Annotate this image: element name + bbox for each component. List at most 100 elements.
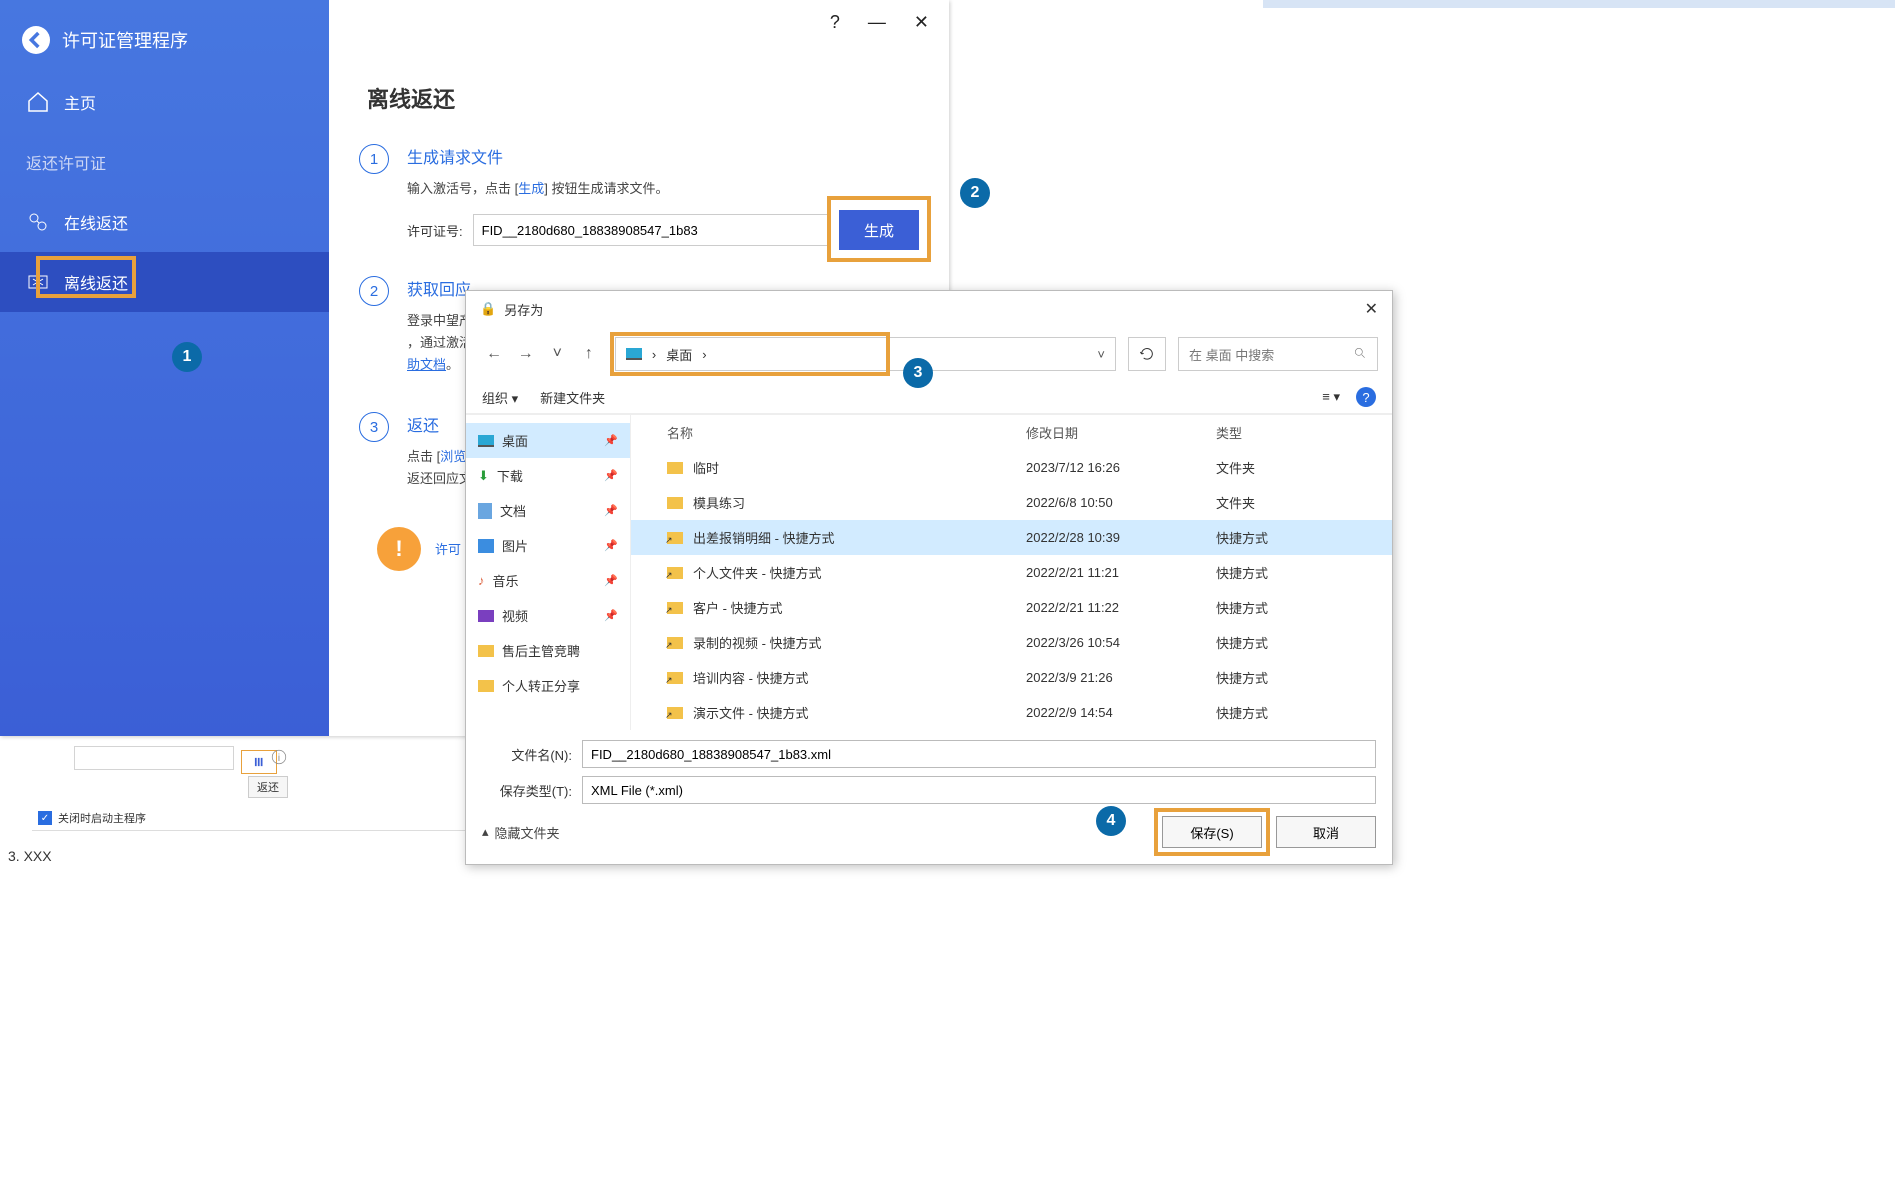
filename-label: 文件名(N): bbox=[482, 745, 572, 764]
close-launch-label: 关闭时启动主程序 bbox=[58, 810, 146, 826]
new-folder-button[interactable]: 新建文件夹 bbox=[540, 388, 605, 407]
annotation-2: 2 bbox=[960, 178, 990, 208]
file-list-header: 名称 修改日期 类型 bbox=[631, 415, 1392, 450]
help-button[interactable]: ? bbox=[830, 12, 840, 33]
license-label: 许可证号: bbox=[407, 221, 463, 240]
checkbox-icon: ✓ bbox=[38, 811, 52, 825]
tree-item[interactable]: 售后主管竞聘 bbox=[466, 633, 630, 668]
hide-folders-toggle[interactable]: ▴ 隐藏文件夹 bbox=[482, 823, 560, 842]
filetype-label: 保存类型(T): bbox=[482, 781, 572, 800]
breadcrumb-sep-1: › bbox=[652, 347, 656, 362]
sidebar-home-label: 主页 bbox=[64, 90, 96, 114]
breadcrumb-location[interactable]: 桌面 bbox=[666, 345, 692, 364]
file-row[interactable]: 临时2023/7/12 16:26文件夹 bbox=[631, 450, 1392, 485]
file-row[interactable]: ↗客户 - 快捷方式2022/2/21 11:22快捷方式 bbox=[631, 590, 1392, 625]
tree-item[interactable]: 桌面📌 bbox=[466, 423, 630, 458]
help-doc-link[interactable]: 助文档 bbox=[407, 357, 446, 372]
dialog-nav-row: ← → ˅ ↑ › 桌面 › ˅ 在 桌面 中搜索 bbox=[466, 327, 1392, 381]
tree-item[interactable]: 图片📌 bbox=[466, 528, 630, 563]
file-list: 名称 修改日期 类型 临时2023/7/12 16:26文件夹模具练习2022/… bbox=[631, 415, 1392, 730]
step-2-desc-line2: ，通过激活 bbox=[407, 335, 472, 350]
generate-link[interactable]: 生成 bbox=[518, 181, 544, 196]
page-top-accent bbox=[1263, 0, 1895, 8]
file-row[interactable]: ↗个人文件夹 - 快捷方式2022/2/21 11:21快捷方式 bbox=[631, 555, 1392, 590]
view-mode-button[interactable]: ≡ ▾ bbox=[1322, 389, 1340, 405]
tree-item[interactable]: 视频📌 bbox=[466, 598, 630, 633]
close-launch-checkbox-row[interactable]: ✓ 关闭时启动主程序 bbox=[38, 810, 146, 826]
sidebar-section-return: 返还许可证 bbox=[0, 132, 329, 192]
minimize-button[interactable]: — bbox=[868, 12, 886, 33]
tree-item[interactable]: ⬇下载📌 bbox=[466, 458, 630, 493]
dialog-toolbar: 组织 ▾ 新建文件夹 ≡ ▾ ? bbox=[466, 381, 1392, 414]
step-1-desc-post: ] 按钮生成请求文件。 bbox=[544, 181, 668, 196]
step-1-desc: 输入激活号，点击 [生成] 按钮生成请求文件。 bbox=[407, 178, 919, 200]
organize-button[interactable]: 组织 ▾ bbox=[482, 388, 518, 407]
browse-link[interactable]: 浏览 bbox=[440, 449, 466, 464]
dialog-body: 桌面📌⬇下载📌文档📌图片📌♪音乐📌视频📌售后主管竞聘个人转正分享 名称 修改日期… bbox=[466, 414, 1392, 730]
nav-forward-button[interactable]: → bbox=[512, 345, 540, 363]
breadcrumb[interactable]: › 桌面 › ˅ bbox=[615, 337, 1116, 371]
nav-back-button[interactable]: ← bbox=[480, 345, 508, 363]
filetype-select[interactable] bbox=[582, 776, 1376, 804]
search-input[interactable]: 在 桌面 中搜索 bbox=[1178, 337, 1378, 371]
file-row[interactable]: ↗录制的视频 - 快捷方式2022/3/26 10:54快捷方式 bbox=[631, 625, 1392, 660]
dialog-help-button[interactable]: ? bbox=[1356, 387, 1376, 407]
mini-info-icon[interactable]: i bbox=[270, 748, 288, 769]
footer-step-text: 3. XXX bbox=[8, 848, 52, 864]
tree-item[interactable]: 文档📌 bbox=[466, 493, 630, 528]
svg-text:i: i bbox=[278, 753, 280, 764]
dialog-title: 另存为 bbox=[504, 300, 543, 319]
col-name[interactable]: 名称 bbox=[667, 423, 1016, 442]
license-row: 许可证号: 生成 bbox=[407, 210, 919, 250]
dialog-close-button[interactable]: ✕ bbox=[1365, 299, 1378, 319]
nav-arrows: ← → ˅ ↑ bbox=[480, 345, 603, 363]
breadcrumb-dropdown[interactable]: ˅ bbox=[1097, 347, 1105, 362]
back-icon[interactable] bbox=[22, 26, 50, 54]
file-row[interactable]: ↗培训内容 - 快捷方式2022/3/9 21:26快捷方式 bbox=[631, 660, 1392, 695]
filename-input[interactable] bbox=[582, 740, 1376, 768]
col-type[interactable]: 类型 bbox=[1216, 423, 1356, 442]
mini-tooltip: 返还 bbox=[248, 776, 288, 798]
period: 。 bbox=[446, 357, 459, 372]
sidebar-online-label: 在线返还 bbox=[64, 210, 128, 234]
file-row[interactable]: ↗演示文件 - 快捷方式2022/2/9 14:54快捷方式 bbox=[631, 695, 1392, 730]
sidebar-header: 许可证管理程序 bbox=[0, 18, 329, 72]
folder-tree: 桌面📌⬇下载📌文档📌图片📌♪音乐📌视频📌售后主管竞聘个人转正分享 bbox=[466, 415, 631, 730]
search-placeholder: 在 桌面 中搜索 bbox=[1189, 345, 1274, 364]
save-button[interactable]: 保存(S) bbox=[1162, 816, 1262, 848]
step-1-desc-pre: 输入激活号，点击 [ bbox=[407, 181, 518, 196]
step-3-desc-line2: 返还回应文 bbox=[407, 471, 472, 486]
online-return-icon bbox=[26, 210, 50, 234]
col-date[interactable]: 修改日期 bbox=[1026, 423, 1206, 442]
license-input[interactable] bbox=[473, 214, 829, 246]
step-1: 1 生成请求文件 输入激活号，点击 [生成] 按钮生成请求文件。 许可证号: 生… bbox=[359, 144, 919, 250]
close-button[interactable]: ✕ bbox=[914, 12, 929, 33]
sidebar: 许可证管理程序 主页 返还许可证 在线返还 离线返还 bbox=[0, 0, 329, 736]
step-1-title: 生成请求文件 bbox=[407, 144, 919, 168]
generate-button[interactable]: 生成 bbox=[839, 210, 919, 250]
search-icon bbox=[1353, 346, 1367, 363]
cancel-button[interactable]: 取消 bbox=[1276, 816, 1376, 848]
file-row[interactable]: ↗出差报销明细 - 快捷方式2022/2/28 10:39快捷方式 bbox=[631, 520, 1392, 555]
file-row[interactable]: 模具练习2022/6/8 10:50文件夹 bbox=[631, 485, 1392, 520]
refresh-button[interactable] bbox=[1128, 337, 1166, 371]
nav-up-button[interactable]: ↑ bbox=[575, 345, 603, 363]
save-as-dialog: 🔒 另存为 ✕ ← → ˅ ↑ › 桌面 › ˅ 在 桌面 中搜索 bbox=[465, 290, 1393, 865]
nav-recent-button[interactable]: ˅ bbox=[543, 345, 571, 363]
sidebar-item-home[interactable]: 主页 bbox=[0, 72, 329, 132]
desktop-icon bbox=[626, 348, 642, 360]
step-3-desc-pre: 点击 [ bbox=[407, 449, 440, 464]
sidebar-item-online-return[interactable]: 在线返还 bbox=[0, 192, 329, 252]
tree-item[interactable]: 个人转正分享 bbox=[466, 668, 630, 703]
sidebar-item-offline-return[interactable]: 离线返还 bbox=[0, 252, 329, 312]
page-title: 离线返还 bbox=[367, 82, 919, 114]
tree-item[interactable]: ♪音乐📌 bbox=[466, 563, 630, 598]
step-3-number: 3 bbox=[359, 412, 389, 442]
step-2-desc-line1: 登录中望产 bbox=[407, 313, 472, 328]
offline-return-icon bbox=[26, 270, 50, 294]
dialog-titlebar: 🔒 另存为 ✕ bbox=[466, 291, 1392, 327]
chevron-up-icon: ▴ bbox=[482, 824, 489, 840]
lock-icon: 🔒 bbox=[480, 301, 496, 317]
step-1-number: 1 bbox=[359, 144, 389, 174]
warning-icon: ! bbox=[377, 527, 421, 571]
